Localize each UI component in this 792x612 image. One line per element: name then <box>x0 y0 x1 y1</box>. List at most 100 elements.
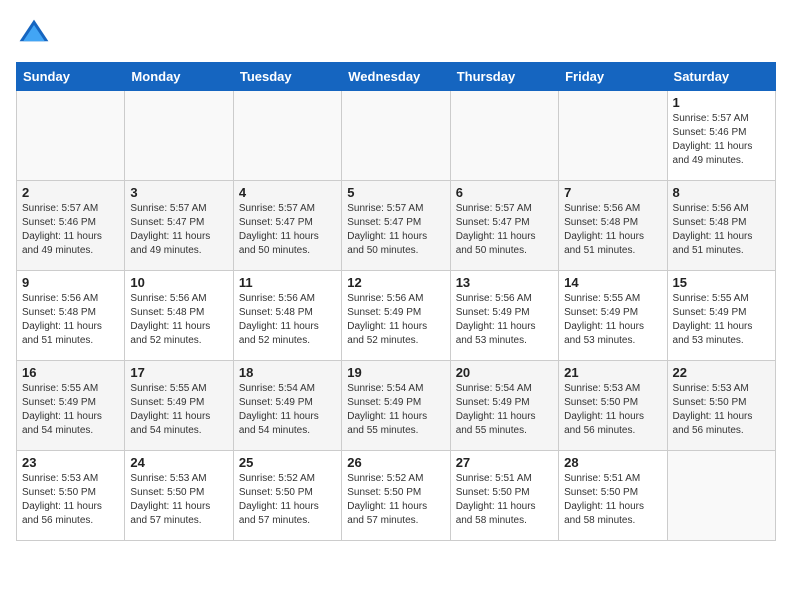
day-number: 2 <box>22 185 119 200</box>
daylight-text: Daylight: 11 hours and 50 minutes. <box>347 230 444 258</box>
daylight-text: Daylight: 11 hours and 53 minutes. <box>456 320 553 348</box>
sunset-text: Sunset: 5:49 PM <box>673 306 770 320</box>
cell-content: Sunrise: 5:53 AMSunset: 5:50 PMDaylight:… <box>564 382 661 438</box>
daylight-text: Daylight: 11 hours and 54 minutes. <box>22 410 119 438</box>
daylight-text: Daylight: 11 hours and 52 minutes. <box>239 320 336 348</box>
cell-content: Sunrise: 5:54 AMSunset: 5:49 PMDaylight:… <box>347 382 444 438</box>
sunset-text: Sunset: 5:47 PM <box>456 216 553 230</box>
sunset-text: Sunset: 5:49 PM <box>347 306 444 320</box>
cell-content: Sunrise: 5:57 AMSunset: 5:47 PMDaylight:… <box>347 202 444 258</box>
calendar-cell: 28Sunrise: 5:51 AMSunset: 5:50 PMDayligh… <box>559 451 667 541</box>
calendar-cell <box>450 91 558 181</box>
calendar-cell: 4Sunrise: 5:57 AMSunset: 5:47 PMDaylight… <box>233 181 341 271</box>
sunrise-text: Sunrise: 5:56 AM <box>22 292 119 306</box>
day-number: 17 <box>130 365 227 380</box>
calendar-cell: 12Sunrise: 5:56 AMSunset: 5:49 PMDayligh… <box>342 271 450 361</box>
sunset-text: Sunset: 5:48 PM <box>22 306 119 320</box>
calendar-cell: 3Sunrise: 5:57 AMSunset: 5:47 PMDaylight… <box>125 181 233 271</box>
daylight-text: Daylight: 11 hours and 51 minutes. <box>673 230 770 258</box>
day-number: 24 <box>130 455 227 470</box>
cell-content: Sunrise: 5:57 AMSunset: 5:47 PMDaylight:… <box>130 202 227 258</box>
calendar-cell: 15Sunrise: 5:55 AMSunset: 5:49 PMDayligh… <box>667 271 775 361</box>
calendar-cell: 20Sunrise: 5:54 AMSunset: 5:49 PMDayligh… <box>450 361 558 451</box>
sunset-text: Sunset: 5:50 PM <box>456 486 553 500</box>
calendar-cell <box>559 91 667 181</box>
daylight-text: Daylight: 11 hours and 50 minutes. <box>456 230 553 258</box>
sunrise-text: Sunrise: 5:56 AM <box>347 292 444 306</box>
daylight-text: Daylight: 11 hours and 56 minutes. <box>673 410 770 438</box>
sunset-text: Sunset: 5:47 PM <box>239 216 336 230</box>
day-number: 20 <box>456 365 553 380</box>
sunset-text: Sunset: 5:46 PM <box>673 126 770 140</box>
daylight-text: Daylight: 11 hours and 54 minutes. <box>130 410 227 438</box>
cell-content: Sunrise: 5:53 AMSunset: 5:50 PMDaylight:… <box>22 472 119 528</box>
day-number: 13 <box>456 275 553 290</box>
calendar-cell: 14Sunrise: 5:55 AMSunset: 5:49 PMDayligh… <box>559 271 667 361</box>
page-header <box>16 16 776 52</box>
day-number: 16 <box>22 365 119 380</box>
cell-content: Sunrise: 5:55 AMSunset: 5:49 PMDaylight:… <box>130 382 227 438</box>
cell-content: Sunrise: 5:55 AMSunset: 5:49 PMDaylight:… <box>22 382 119 438</box>
day-number: 10 <box>130 275 227 290</box>
sunset-text: Sunset: 5:48 PM <box>239 306 336 320</box>
day-number: 19 <box>347 365 444 380</box>
weekday-header-sunday: Sunday <box>17 63 125 91</box>
sunset-text: Sunset: 5:50 PM <box>673 396 770 410</box>
cell-content: Sunrise: 5:54 AMSunset: 5:49 PMDaylight:… <box>239 382 336 438</box>
sunrise-text: Sunrise: 5:54 AM <box>239 382 336 396</box>
calendar-cell: 17 Sunrise: 5:55 AMSunset: 5:49 PMDayligh… <box>125 361 233 451</box>
daylight-text: Daylight: 11 hours and 51 minutes. <box>564 230 661 258</box>
day-number: 18 <box>239 365 336 380</box>
sunrise-text: Sunrise: 5:53 AM <box>22 472 119 486</box>
sunset-text: Sunset: 5:48 PM <box>673 216 770 230</box>
weekday-header-row: SundayMondayTuesdayWednesdayThursdayFrid… <box>17 63 776 91</box>
sunset-text: Sunset: 5:50 PM <box>22 486 119 500</box>
calendar-week-5: 23Sunrise: 5:53 AMSunset: 5:50 PMDayligh… <box>17 451 776 541</box>
weekday-header-monday: Monday <box>125 63 233 91</box>
calendar-cell: 16 Sunrise: 5:55 AMSunset: 5:49 PMDayligh… <box>17 361 125 451</box>
sunset-text: Sunset: 5:48 PM <box>564 216 661 230</box>
day-number: 22 <box>673 365 770 380</box>
daylight-text: Daylight: 11 hours and 55 minutes. <box>347 410 444 438</box>
sunrise-text: Sunrise: 5:57 AM <box>22 202 119 216</box>
day-number: 21 <box>564 365 661 380</box>
sunrise-text: Sunrise: 5:55 AM <box>130 382 227 396</box>
sunset-text: Sunset: 5:46 PM <box>22 216 119 230</box>
daylight-text: Daylight: 11 hours and 53 minutes. <box>564 320 661 348</box>
sunrise-text: Sunrise: 5:54 AM <box>347 382 444 396</box>
calendar-cell: 23Sunrise: 5:53 AMSunset: 5:50 PMDayligh… <box>17 451 125 541</box>
calendar-cell: 1Sunrise: 5:57 AMSunset: 5:46 PMDaylight… <box>667 91 775 181</box>
day-number: 25 <box>239 455 336 470</box>
sunset-text: Sunset: 5:47 PM <box>347 216 444 230</box>
daylight-text: Daylight: 11 hours and 49 minutes. <box>130 230 227 258</box>
day-number: 27 <box>456 455 553 470</box>
daylight-text: Daylight: 11 hours and 56 minutes. <box>564 410 661 438</box>
weekday-header-friday: Friday <box>559 63 667 91</box>
cell-content: Sunrise: 5:56 AMSunset: 5:48 PMDaylight:… <box>130 292 227 348</box>
day-number: 15 <box>673 275 770 290</box>
calendar-cell: 6Sunrise: 5:57 AMSunset: 5:47 PMDaylight… <box>450 181 558 271</box>
sunset-text: Sunset: 5:50 PM <box>564 396 661 410</box>
cell-content: Sunrise: 5:52 AMSunset: 5:50 PMDaylight:… <box>239 472 336 528</box>
daylight-text: Daylight: 11 hours and 53 minutes. <box>673 320 770 348</box>
cell-content: Sunrise: 5:56 AMSunset: 5:48 PMDaylight:… <box>673 202 770 258</box>
daylight-text: Daylight: 11 hours and 58 minutes. <box>456 500 553 528</box>
calendar-cell: 9Sunrise: 5:56 AMSunset: 5:48 PMDaylight… <box>17 271 125 361</box>
sunrise-text: Sunrise: 5:53 AM <box>673 382 770 396</box>
sunset-text: Sunset: 5:49 PM <box>456 306 553 320</box>
sunrise-text: Sunrise: 5:57 AM <box>673 112 770 126</box>
daylight-text: Daylight: 11 hours and 57 minutes. <box>347 500 444 528</box>
calendar-cell <box>342 91 450 181</box>
sunrise-text: Sunrise: 5:52 AM <box>239 472 336 486</box>
sunrise-text: Sunrise: 5:56 AM <box>564 202 661 216</box>
cell-content: Sunrise: 5:55 AMSunset: 5:49 PMDaylight:… <box>564 292 661 348</box>
daylight-text: Daylight: 11 hours and 49 minutes. <box>673 140 770 168</box>
calendar-cell <box>233 91 341 181</box>
cell-content: Sunrise: 5:51 AMSunset: 5:50 PMDaylight:… <box>456 472 553 528</box>
sunset-text: Sunset: 5:50 PM <box>564 486 661 500</box>
calendar-cell: 13Sunrise: 5:56 AMSunset: 5:49 PMDayligh… <box>450 271 558 361</box>
calendar-cell <box>125 91 233 181</box>
calendar-cell: 11Sunrise: 5:56 AMSunset: 5:48 PMDayligh… <box>233 271 341 361</box>
daylight-text: Daylight: 11 hours and 58 minutes. <box>564 500 661 528</box>
daylight-text: Daylight: 11 hours and 57 minutes. <box>239 500 336 528</box>
